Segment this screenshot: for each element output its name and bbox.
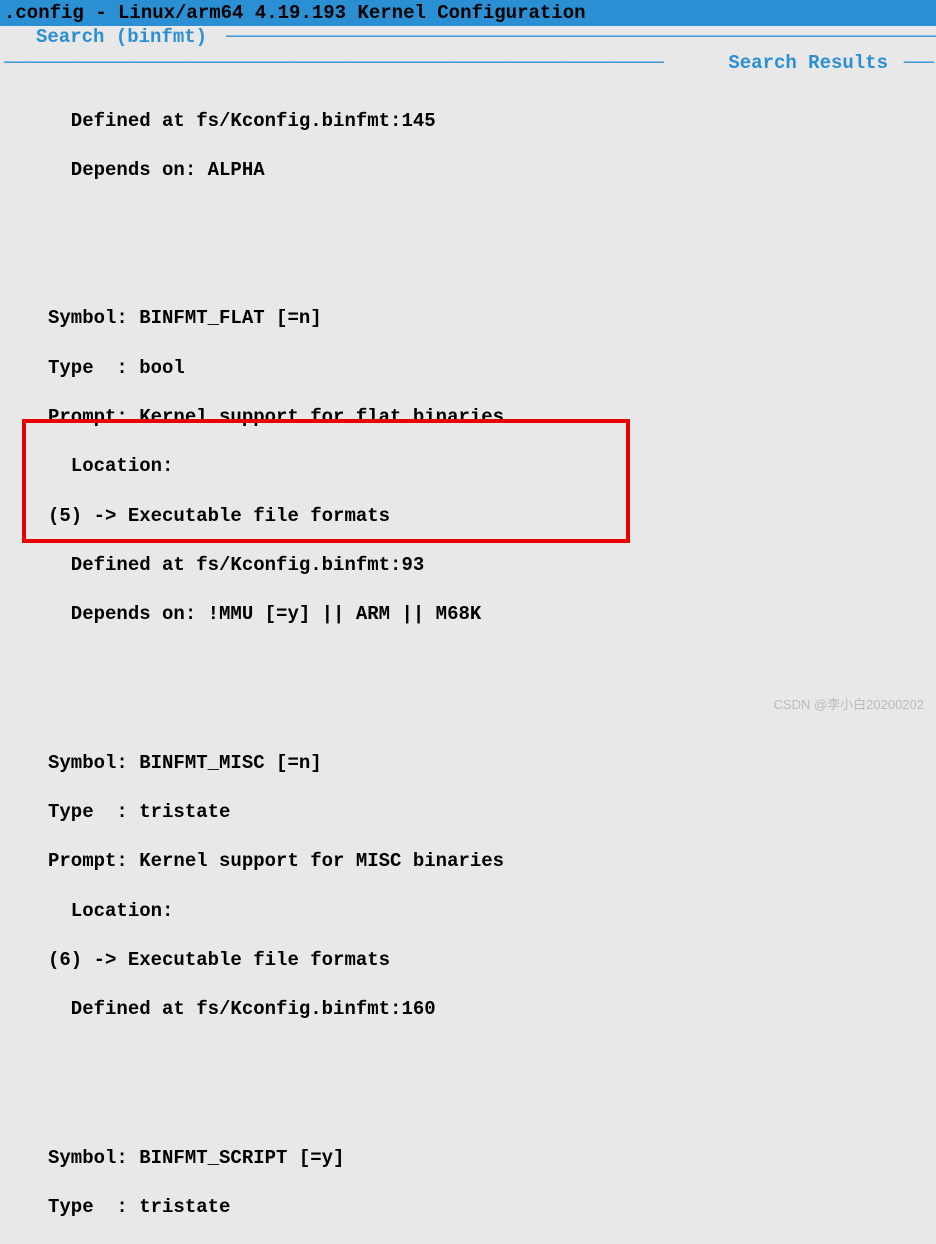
- result-line: [48, 1047, 936, 1072]
- result-line: Defined at fs/Kconfig.binfmt:160: [48, 997, 936, 1022]
- results-header-row: ────────────────────────────────────────…: [0, 52, 936, 80]
- result-line: Defined at fs/Kconfig.binfmt:145: [48, 109, 936, 134]
- divider-line-right: ───: [904, 52, 932, 74]
- result-line: Symbol: BINFMT_MISC [=n]: [48, 751, 936, 776]
- result-line: Prompt: Kernel support for flat binaries: [48, 405, 936, 430]
- divider-line: ────────────────────────────────────────…: [226, 26, 936, 48]
- watermark: CSDN @李小白20200202: [774, 694, 924, 713]
- result-line: Prompt: Kernel support for MISC binaries: [48, 849, 936, 874]
- result-line: [48, 652, 936, 677]
- result-line: [48, 257, 936, 282]
- search-results-content[interactable]: Defined at fs/Kconfig.binfmt:145 Depends…: [0, 80, 936, 1244]
- subtitle-row: Search (binfmt) ────────────────────────…: [0, 26, 936, 52]
- result-line: Depends on: !MMU [=y] || ARM || M68K: [48, 602, 936, 627]
- result-line: (5) -> Executable file formats: [48, 504, 936, 529]
- result-line: Symbol: BINFMT_FLAT [=n]: [48, 306, 936, 331]
- title-bar: .config - Linux/arm64 4.19.193 Kernel Co…: [0, 0, 936, 26]
- result-line: Type : tristate: [48, 1195, 936, 1220]
- result-line: Defined at fs/Kconfig.binfmt:93: [48, 553, 936, 578]
- search-subtitle: Search (binfmt): [36, 26, 207, 48]
- search-results-label: Search Results: [728, 52, 888, 74]
- divider-line-left: ────────────────────────────────────────…: [4, 52, 664, 74]
- result-line: Location:: [48, 454, 936, 479]
- result-line: (6) -> Executable file formats: [48, 948, 936, 973]
- result-line: Type : bool: [48, 356, 936, 381]
- result-line: Depends on: ALPHA: [48, 158, 936, 183]
- window-title: .config - Linux/arm64 4.19.193 Kernel Co…: [4, 2, 586, 24]
- result-line: [48, 207, 936, 232]
- result-line: Type : tristate: [48, 800, 936, 825]
- result-line: Location:: [48, 899, 936, 924]
- result-line: [48, 1096, 936, 1121]
- result-line: Symbol: BINFMT_SCRIPT [=y]: [48, 1146, 936, 1171]
